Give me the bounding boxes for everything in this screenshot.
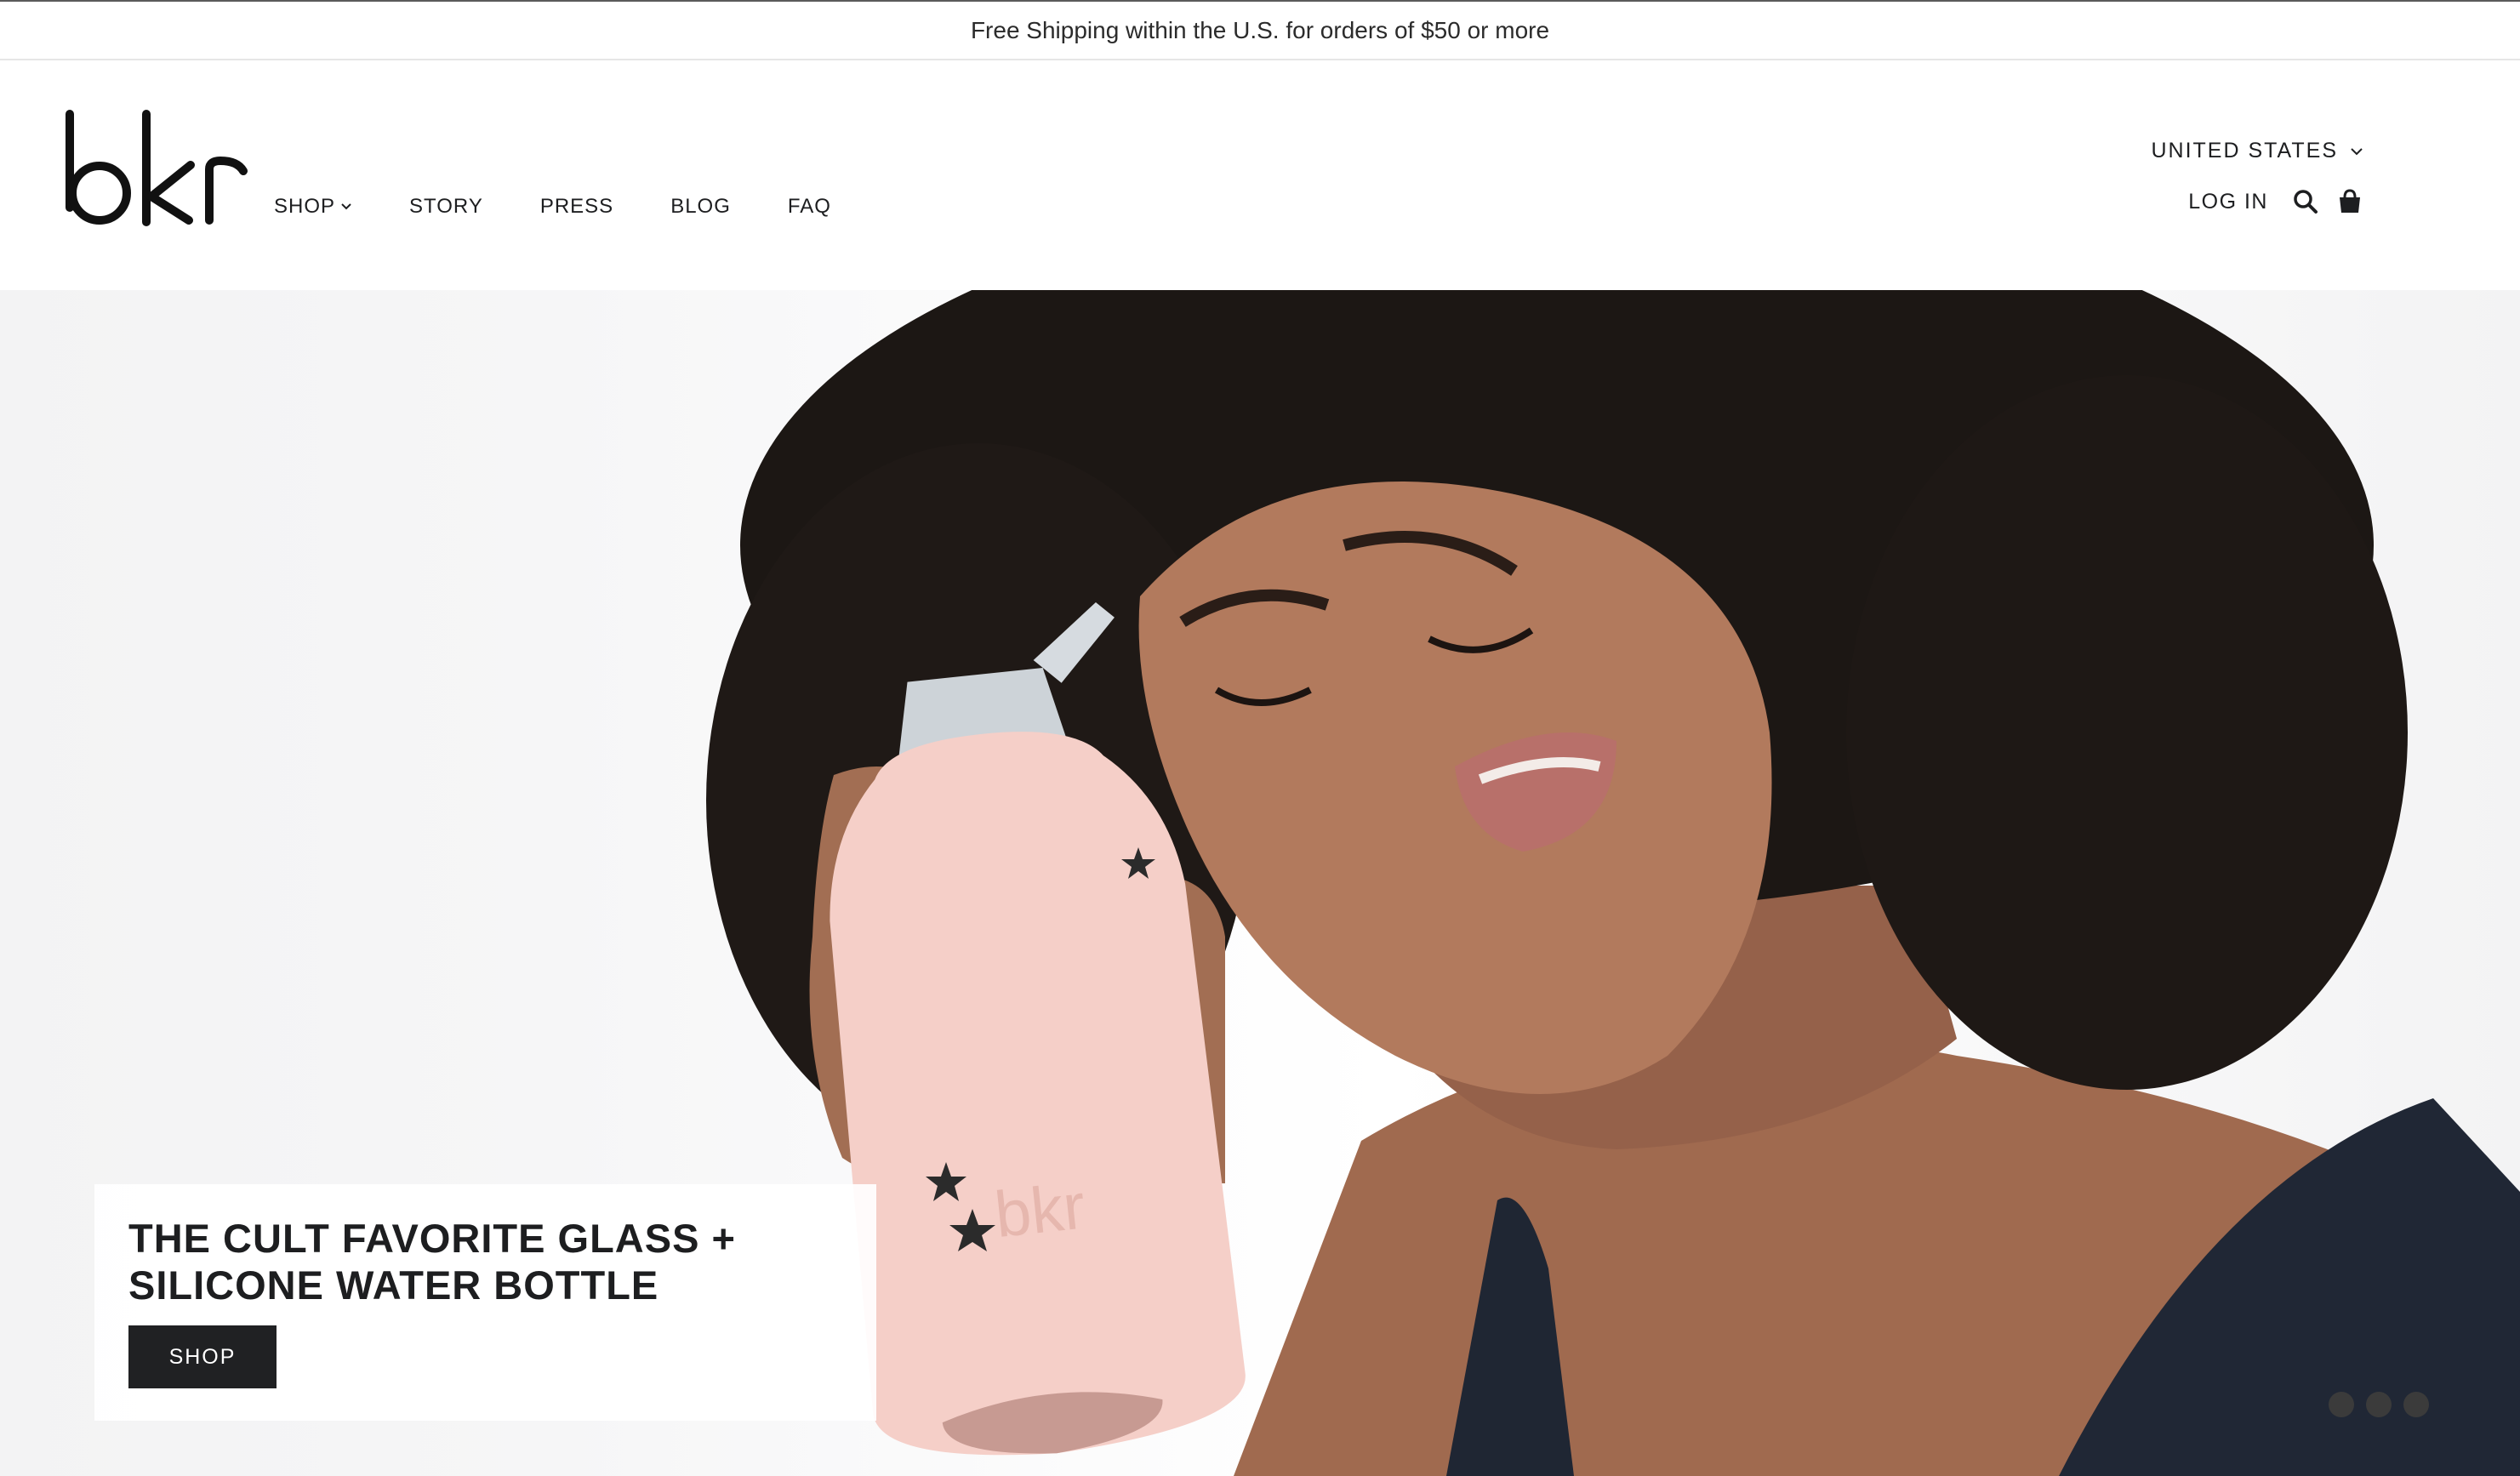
chevron-down-icon xyxy=(341,203,351,210)
announcement-bar: Free Shipping within the U.S. for orders… xyxy=(0,0,2520,60)
chevron-down-icon xyxy=(2351,147,2363,155)
nav-press-label: PRESS xyxy=(539,195,614,218)
country-selector[interactable]: UNITED STATES xyxy=(2151,139,2363,163)
shop-button[interactable]: SHOP xyxy=(128,1325,277,1388)
login-link[interactable]: LOG IN xyxy=(2188,190,2268,214)
carousel-dot-2[interactable] xyxy=(2366,1392,2392,1417)
carousel-dots xyxy=(2329,1392,2441,1417)
nav-faq-label: FAQ xyxy=(787,195,831,218)
country-label: UNITED STATES xyxy=(2151,139,2338,162)
nav-shop-label: SHOP xyxy=(274,195,336,218)
nav-story[interactable]: STORY xyxy=(409,195,483,219)
bottle-logo-text: bkr xyxy=(991,1170,1088,1251)
utility-nav: LOG IN xyxy=(2188,188,2363,215)
main-nav: SHOP STORY PRESS BLOG FAQ xyxy=(274,195,888,219)
hero-headline: THE CULT FAVORITE GLASS + SILICONE WATER… xyxy=(128,1216,736,1308)
cart-icon[interactable] xyxy=(2336,188,2363,215)
nav-blog[interactable]: BLOG xyxy=(670,195,731,219)
search-icon[interactable] xyxy=(2292,188,2319,215)
nav-story-label: STORY xyxy=(409,195,483,218)
nav-press[interactable]: PRESS xyxy=(540,195,613,219)
announcement-text: Free Shipping within the U.S. for orders… xyxy=(970,16,1550,43)
nav-blog-label: BLOG xyxy=(670,195,731,218)
site-header: SHOP STORY PRESS BLOG FAQ UNITED STATES … xyxy=(0,60,2520,290)
carousel-dot-3[interactable] xyxy=(2403,1392,2429,1417)
hero-caption-card: THE CULT FAVORITE GLASS + SILICONE WATER… xyxy=(94,1184,876,1421)
brand-logo[interactable] xyxy=(63,110,248,237)
nav-faq[interactable]: FAQ xyxy=(788,195,831,219)
nav-shop[interactable]: SHOP xyxy=(274,195,352,219)
carousel-dot-1[interactable] xyxy=(2329,1392,2354,1417)
hero-banner: bkr THE CULT FAVORITE GLASS + SILICONE W… xyxy=(0,290,2520,1476)
